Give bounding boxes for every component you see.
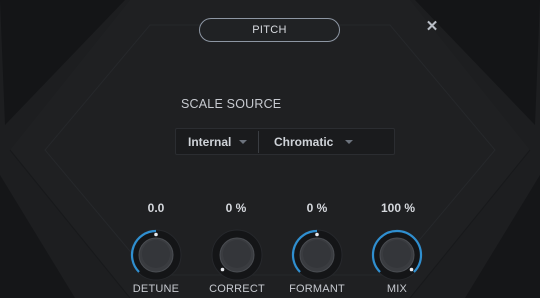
knob-indicator [409, 267, 414, 272]
formant-knob[interactable] [289, 227, 345, 283]
knob-indicator [315, 232, 319, 237]
mix-label: MIX [386, 283, 408, 295]
detune-knob[interactable] [128, 227, 184, 283]
scale-source-selector: Internal Chromatic [175, 128, 395, 155]
knob-cap [142, 240, 170, 268]
pitch-tab-button[interactable]: PITCH [199, 18, 340, 42]
pitch-panel: PITCH ✕ SCALE SOURCE Internal Chromatic … [0, 0, 540, 298]
pitch-tab-label: PITCH [252, 24, 287, 36]
chevron-down-icon [345, 139, 354, 144]
formant-value: 0 % [306, 201, 328, 215]
knob-indicator [154, 232, 158, 237]
source-dropdown[interactable]: Internal [188, 129, 248, 154]
source-dropdown-value: Internal [188, 134, 232, 149]
chevron-down-icon [239, 139, 248, 144]
detune-value: 0.0 [147, 201, 165, 215]
scale-dropdown-value: Chromatic [274, 134, 334, 149]
knob-cap [383, 240, 411, 268]
close-icon[interactable]: ✕ [425, 19, 439, 34]
detune-label: DETUNE [132, 283, 180, 295]
dropdown-divider [258, 131, 259, 153]
scale-dropdown[interactable]: Chromatic [274, 129, 354, 154]
knob-indicator [220, 267, 225, 272]
scale-source-title: SCALE SOURCE [181, 97, 282, 111]
mix-value: 100 % [380, 201, 416, 215]
correct-knob[interactable] [209, 227, 265, 283]
correct-value: 0 % [225, 201, 247, 215]
knob-cap [223, 240, 251, 268]
knob-cap [303, 240, 331, 268]
formant-label: FORMANT [289, 283, 345, 295]
mix-knob[interactable] [369, 227, 425, 283]
correct-label: CORRECT [209, 283, 265, 295]
